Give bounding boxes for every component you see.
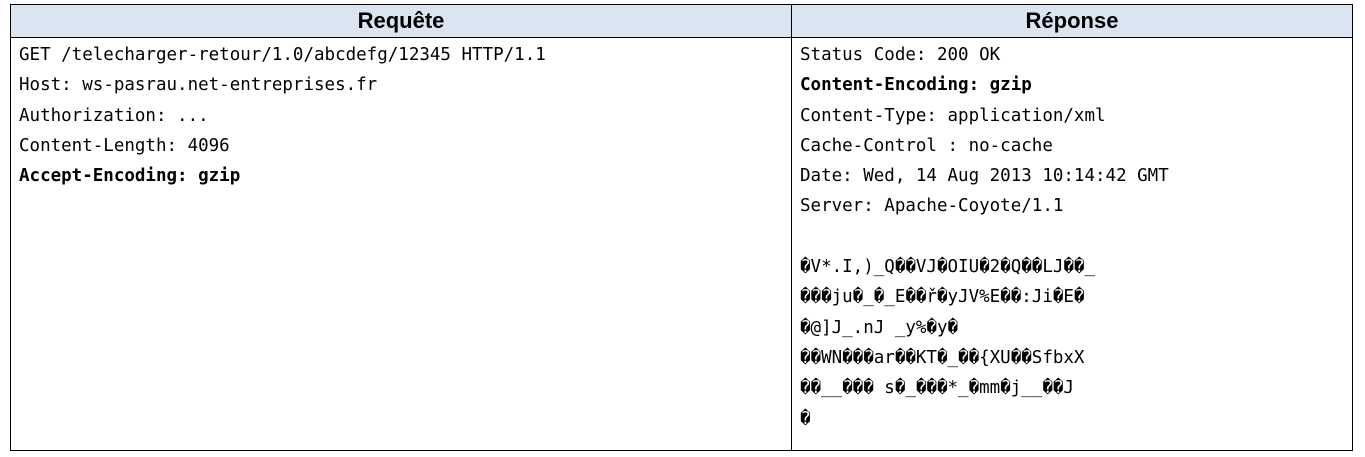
response-line: Cache-Control : no-cache [800, 135, 1053, 156]
response-body-line: �V*.I,)_Q��VJ�OIU�2�Q��LJ��_ [800, 257, 1096, 278]
response-header: Réponse [791, 4, 1353, 38]
request-line: Content-Length: 4096 [19, 135, 230, 156]
request-line: Host: ws-pasrau.net-entreprises.fr [19, 75, 378, 96]
response-cell: Status Code: 200 OK Content-Encoding: gz… [791, 37, 1353, 451]
response-body-line: ��WN���ar��KT�_��{XU��SfbxX [800, 347, 1085, 368]
response-line: Content-Type: application/xml [800, 105, 1106, 126]
request-line: GET /telecharger-retour/1.0/abcdefg/1234… [19, 45, 546, 65]
response-line: Status Code: 200 OK [800, 45, 1001, 65]
response-line: Server: Apache-Coyote/1.1 [800, 196, 1064, 217]
request-header: Requête [10, 4, 792, 38]
response-line: Date: Wed, 14 Aug 2013 10:14:42 GMT [800, 166, 1169, 187]
response-body-line: � [800, 408, 811, 429]
http-exchange-table: Requête Réponse GET /telecharger-retour/… [10, 4, 1353, 451]
header-row: Requête Réponse [10, 4, 1353, 38]
request-cell: GET /telecharger-retour/1.0/abcdefg/1234… [10, 37, 792, 451]
response-line: Content-Encoding: gzip [800, 75, 1032, 96]
response-body-line: ���ju�_�_E��ř�yJV%E��:Ji�E� [800, 287, 1085, 308]
request-line: Authorization: ... [19, 105, 209, 126]
request-line: Accept-Encoding: gzip [19, 166, 241, 187]
content-row: GET /telecharger-retour/1.0/abcdefg/1234… [10, 37, 1353, 451]
response-body-line: �@]J_.nJ _y%�y� [800, 317, 959, 338]
response-body-line: ��__��� s�_���*_�mm�j__��J [800, 378, 1074, 399]
